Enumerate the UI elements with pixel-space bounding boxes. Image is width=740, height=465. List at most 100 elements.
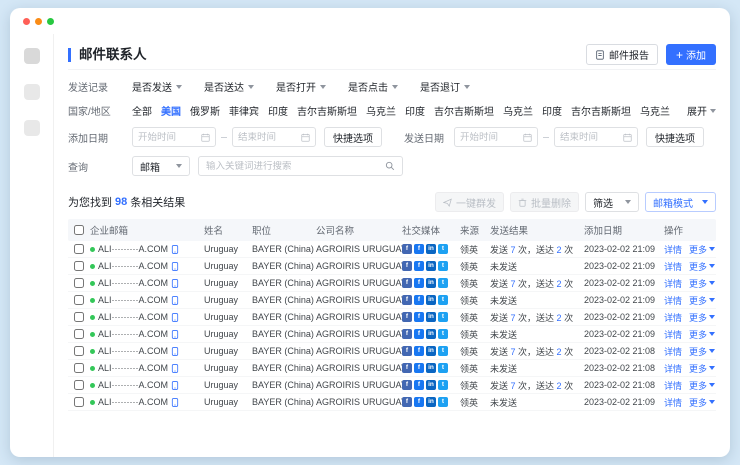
facebook-icon[interactable]: f	[414, 346, 424, 356]
twitter-icon[interactable]: t	[438, 278, 448, 288]
facebook-icon[interactable]: f	[402, 295, 412, 305]
bulk-delete-button[interactable]: 批量删除	[510, 192, 579, 212]
facebook-icon[interactable]: f	[402, 312, 412, 322]
linkedin-icon[interactable]: in	[426, 329, 436, 339]
facebook-icon[interactable]: f	[402, 329, 412, 339]
country-option[interactable]: 乌克兰	[640, 103, 670, 118]
facebook-icon[interactable]: f	[414, 295, 424, 305]
more-link[interactable]: 更多	[689, 345, 715, 358]
add-date-start-field[interactable]	[138, 132, 196, 143]
phone-icon[interactable]	[171, 381, 179, 390]
facebook-icon[interactable]: f	[414, 312, 424, 322]
sidebar-item-1[interactable]	[24, 48, 40, 64]
phone-icon[interactable]	[171, 398, 179, 407]
detail-link[interactable]: 详情	[664, 243, 682, 256]
facebook-icon[interactable]: f	[414, 397, 424, 407]
sent-count[interactable]: 7	[511, 381, 516, 391]
detail-link[interactable]: 详情	[664, 379, 682, 392]
twitter-icon[interactable]: t	[438, 312, 448, 322]
sidebar-item-3[interactable]	[24, 120, 40, 136]
phone-icon[interactable]	[171, 313, 179, 322]
delivered-count[interactable]: 2	[557, 245, 562, 255]
detail-link[interactable]: 详情	[664, 345, 682, 358]
phone-icon[interactable]	[171, 245, 179, 254]
phone-icon[interactable]	[171, 364, 179, 373]
row-checkbox[interactable]	[74, 363, 84, 373]
facebook-icon[interactable]: f	[414, 261, 424, 271]
row-checkbox[interactable]	[74, 312, 84, 322]
sidebar-item-2[interactable]	[24, 84, 40, 100]
more-link[interactable]: 更多	[689, 328, 715, 341]
twitter-icon[interactable]: t	[438, 329, 448, 339]
sent-count[interactable]: 7	[511, 245, 516, 255]
more-link[interactable]: 更多	[689, 311, 715, 324]
phone-icon[interactable]	[171, 279, 179, 288]
send-date-quick-button[interactable]: 快捷选项	[646, 127, 704, 147]
facebook-icon[interactable]: f	[402, 397, 412, 407]
facebook-icon[interactable]: f	[402, 346, 412, 356]
add-date-quick-button[interactable]: 快捷选项	[324, 127, 382, 147]
expand-button[interactable]: 展开	[681, 103, 716, 118]
row-checkbox[interactable]	[74, 295, 84, 305]
linkedin-icon[interactable]: in	[426, 278, 436, 288]
detail-link[interactable]: 详情	[664, 260, 682, 273]
search-field[interactable]	[206, 161, 385, 172]
send-record-dropdown[interactable]: 是否退订	[420, 79, 470, 94]
facebook-icon[interactable]: f	[414, 244, 424, 254]
facebook-icon[interactable]: f	[414, 329, 424, 339]
query-field-select[interactable]: 邮箱	[132, 156, 190, 176]
send-record-dropdown[interactable]: 是否点击	[348, 79, 398, 94]
minimize-window-button[interactable]	[35, 18, 42, 25]
more-link[interactable]: 更多	[689, 260, 715, 273]
country-option[interactable]: 印度	[268, 103, 288, 118]
filter-select[interactable]: 筛选	[585, 192, 639, 212]
linkedin-icon[interactable]: in	[426, 346, 436, 356]
facebook-icon[interactable]: f	[402, 380, 412, 390]
detail-link[interactable]: 详情	[664, 311, 682, 324]
sent-count[interactable]: 7	[511, 313, 516, 323]
more-link[interactable]: 更多	[689, 362, 715, 375]
send-date-end-field[interactable]	[560, 132, 618, 143]
country-option[interactable]: 俄罗斯	[190, 103, 220, 118]
row-checkbox[interactable]	[74, 380, 84, 390]
twitter-icon[interactable]: t	[438, 261, 448, 271]
row-checkbox[interactable]	[74, 261, 84, 271]
send-record-dropdown[interactable]: 是否发送	[132, 79, 182, 94]
add-date-end-field[interactable]	[238, 132, 296, 143]
detail-link[interactable]: 详情	[664, 396, 682, 409]
more-link[interactable]: 更多	[689, 379, 715, 392]
select-all-checkbox[interactable]	[74, 225, 84, 235]
zoom-window-button[interactable]	[47, 18, 54, 25]
facebook-icon[interactable]: f	[402, 278, 412, 288]
twitter-icon[interactable]: t	[438, 346, 448, 356]
linkedin-icon[interactable]: in	[426, 397, 436, 407]
linkedin-icon[interactable]: in	[426, 295, 436, 305]
linkedin-icon[interactable]: in	[426, 363, 436, 373]
detail-link[interactable]: 详情	[664, 294, 682, 307]
add-date-end-input[interactable]	[232, 127, 316, 147]
country-option[interactable]: 乌克兰	[366, 103, 396, 118]
detail-link[interactable]: 详情	[664, 362, 682, 375]
send-record-dropdown[interactable]: 是否送达	[204, 79, 254, 94]
facebook-icon[interactable]: f	[402, 261, 412, 271]
send-record-dropdown[interactable]: 是否打开	[276, 79, 326, 94]
close-window-button[interactable]	[23, 18, 30, 25]
twitter-icon[interactable]: t	[438, 244, 448, 254]
delivered-count[interactable]: 2	[557, 313, 562, 323]
row-checkbox[interactable]	[74, 346, 84, 356]
send-date-end-input[interactable]	[554, 127, 638, 147]
row-checkbox[interactable]	[74, 397, 84, 407]
row-checkbox[interactable]	[74, 244, 84, 254]
linkedin-icon[interactable]: in	[426, 312, 436, 322]
linkedin-icon[interactable]: in	[426, 261, 436, 271]
send-date-start-input[interactable]	[454, 127, 538, 147]
bulk-send-button[interactable]: 一键群发	[435, 192, 504, 212]
delivered-count[interactable]: 2	[557, 381, 562, 391]
detail-link[interactable]: 详情	[664, 277, 682, 290]
delivered-count[interactable]: 2	[557, 347, 562, 357]
twitter-icon[interactable]: t	[438, 295, 448, 305]
search-input[interactable]	[198, 156, 403, 176]
send-date-start-field[interactable]	[460, 132, 518, 143]
twitter-icon[interactable]: t	[438, 397, 448, 407]
facebook-icon[interactable]: f	[414, 380, 424, 390]
